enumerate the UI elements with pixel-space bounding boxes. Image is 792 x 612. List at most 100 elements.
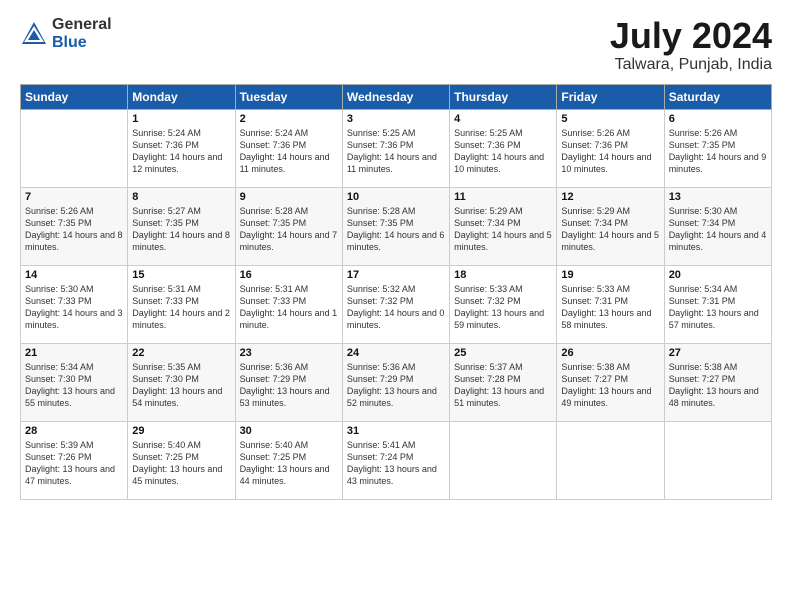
cell-details: Sunrise: 5:32 AMSunset: 7:32 PMDaylight:… — [347, 283, 445, 332]
calendar-cell: 23 Sunrise: 5:36 AMSunset: 7:29 PMDayligh… — [235, 343, 342, 421]
day-number: 9 — [240, 191, 338, 203]
calendar-cell: 3Sunrise: 5:25 AMSunset: 7:36 PMDaylight… — [342, 109, 449, 187]
calendar-title: July 2024 — [610, 16, 772, 56]
week-row-1: 1Sunrise: 5:24 AMSunset: 7:36 PMDaylight… — [21, 109, 772, 187]
day-number: 7 — [25, 191, 123, 203]
calendar-cell: 24 Sunrise: 5:36 AMSunset: 7:29 PMDayligh… — [342, 343, 449, 421]
day-number: 4 — [454, 113, 552, 125]
header-row: SundayMondayTuesdayWednesdayThursdayFrid… — [21, 84, 772, 109]
day-number: 18 — [454, 269, 552, 281]
cell-details: Sunrise: 5:26 AMSunset: 7:35 PMDaylight:… — [25, 205, 123, 254]
calendar-cell: 6Sunrise: 5:26 AMSunset: 7:35 PMDaylight… — [664, 109, 771, 187]
calendar-cell: 4 Sunrise: 5:25 AMSunset: 7:36 PMDaylight… — [450, 109, 557, 187]
cell-details: Sunrise: 5:34 AMSunset: 7:30 PMDaylight:… — [25, 361, 123, 410]
header-thursday: Thursday — [450, 84, 557, 109]
calendar-cell: 8 Sunrise: 5:27 AMSunset: 7:35 PMDaylight… — [128, 187, 235, 265]
header-friday: Friday — [557, 84, 664, 109]
day-number: 24 — [347, 347, 445, 359]
calendar-cell — [557, 421, 664, 499]
day-number: 27 — [669, 347, 767, 359]
calendar-cell: 22 Sunrise: 5:35 AMSunset: 7:30 PMDayligh… — [128, 343, 235, 421]
week-row-5: 28 Sunrise: 5:39 AMSunset: 7:26 PMDayligh… — [21, 421, 772, 499]
cell-details: Sunrise: 5:33 AMSunset: 7:31 PMDaylight:… — [561, 283, 659, 332]
cell-details: Sunrise: 5:31 AMSunset: 7:33 PMDaylight:… — [132, 283, 230, 332]
cell-details: Sunrise: 5:28 AMSunset: 7:35 PMDaylight:… — [347, 205, 445, 254]
calendar-page: General Blue July 2024 Talwara, Punjab, … — [0, 0, 792, 612]
day-number: 2 — [240, 113, 338, 125]
cell-details: Sunrise: 5:37 AMSunset: 7:28 PMDaylight:… — [454, 361, 552, 410]
calendar-cell: 17Sunrise: 5:32 AMSunset: 7:32 PMDayligh… — [342, 265, 449, 343]
week-row-2: 7 Sunrise: 5:26 AMSunset: 7:35 PMDaylight… — [21, 187, 772, 265]
cell-details: Sunrise: 5:40 AMSunset: 7:25 PMDaylight:… — [132, 439, 230, 488]
calendar-cell — [450, 421, 557, 499]
calendar-cell: 27Sunrise: 5:38 AMSunset: 7:27 PMDayligh… — [664, 343, 771, 421]
cell-details: Sunrise: 5:30 AMSunset: 7:34 PMDaylight:… — [669, 205, 767, 254]
cell-details: Sunrise: 5:36 AMSunset: 7:29 PMDaylight:… — [347, 361, 445, 410]
title-block: July 2024 Talwara, Punjab, India — [610, 16, 772, 74]
header-saturday: Saturday — [664, 84, 771, 109]
day-number: 22 — [132, 347, 230, 359]
calendar-cell: 13 Sunrise: 5:30 AMSunset: 7:34 PMDayligh… — [664, 187, 771, 265]
calendar-cell: 21 Sunrise: 5:34 AMSunset: 7:30 PMDayligh… — [21, 343, 128, 421]
calendar-table: SundayMondayTuesdayWednesdayThursdayFrid… — [20, 84, 772, 500]
logo-text: General Blue — [52, 16, 112, 51]
cell-details: Sunrise: 5:26 AMSunset: 7:35 PMDaylight:… — [669, 127, 767, 176]
calendar-cell: 16Sunrise: 5:31 AMSunset: 7:33 PMDayligh… — [235, 265, 342, 343]
day-number: 29 — [132, 425, 230, 437]
calendar-cell: 26Sunrise: 5:38 AMSunset: 7:27 PMDayligh… — [557, 343, 664, 421]
cell-details: Sunrise: 5:25 AMSunset: 7:36 PMDaylight:… — [454, 127, 552, 176]
logo-icon — [20, 20, 48, 48]
day-number: 12 — [561, 191, 659, 203]
day-number: 26 — [561, 347, 659, 359]
calendar-cell: 15 Sunrise: 5:31 AMSunset: 7:33 PMDayligh… — [128, 265, 235, 343]
cell-details: Sunrise: 5:24 AMSunset: 7:36 PMDaylight:… — [132, 127, 230, 176]
week-row-3: 14Sunrise: 5:30 AMSunset: 7:33 PMDayligh… — [21, 265, 772, 343]
logo-general: General — [52, 16, 112, 34]
day-number: 21 — [25, 347, 123, 359]
day-number: 8 — [132, 191, 230, 203]
day-number: 16 — [240, 269, 338, 281]
calendar-cell: 14Sunrise: 5:30 AMSunset: 7:33 PMDayligh… — [21, 265, 128, 343]
day-number: 5 — [561, 113, 659, 125]
calendar-cell: 2Sunrise: 5:24 AMSunset: 7:36 PMDaylight… — [235, 109, 342, 187]
cell-details: Sunrise: 5:29 AMSunset: 7:34 PMDaylight:… — [561, 205, 659, 254]
cell-details: Sunrise: 5:29 AMSunset: 7:34 PMDaylight:… — [454, 205, 552, 254]
day-number: 31 — [347, 425, 445, 437]
cell-details: Sunrise: 5:33 AMSunset: 7:32 PMDaylight:… — [454, 283, 552, 332]
cell-details: Sunrise: 5:39 AMSunset: 7:26 PMDaylight:… — [25, 439, 123, 488]
calendar-cell: 11 Sunrise: 5:29 AMSunset: 7:34 PMDayligh… — [450, 187, 557, 265]
cell-details: Sunrise: 5:27 AMSunset: 7:35 PMDaylight:… — [132, 205, 230, 254]
day-number: 11 — [454, 191, 552, 203]
day-number: 25 — [454, 347, 552, 359]
cell-details: Sunrise: 5:35 AMSunset: 7:30 PMDaylight:… — [132, 361, 230, 410]
calendar-cell: 20Sunrise: 5:34 AMSunset: 7:31 PMDayligh… — [664, 265, 771, 343]
cell-details: Sunrise: 5:41 AMSunset: 7:24 PMDaylight:… — [347, 439, 445, 488]
day-number: 19 — [561, 269, 659, 281]
calendar-cell — [21, 109, 128, 187]
header-sunday: Sunday — [21, 84, 128, 109]
cell-details: Sunrise: 5:30 AMSunset: 7:33 PMDaylight:… — [25, 283, 123, 332]
day-number: 23 — [240, 347, 338, 359]
header-wednesday: Wednesday — [342, 84, 449, 109]
calendar-cell: 25 Sunrise: 5:37 AMSunset: 7:28 PMDayligh… — [450, 343, 557, 421]
calendar-location: Talwara, Punjab, India — [610, 56, 772, 74]
logo-blue: Blue — [52, 34, 112, 52]
day-number: 13 — [669, 191, 767, 203]
cell-details: Sunrise: 5:40 AMSunset: 7:25 PMDaylight:… — [240, 439, 338, 488]
calendar-cell: 30 Sunrise: 5:40 AMSunset: 7:25 PMDayligh… — [235, 421, 342, 499]
cell-details: Sunrise: 5:26 AMSunset: 7:36 PMDaylight:… — [561, 127, 659, 176]
calendar-cell: 1Sunrise: 5:24 AMSunset: 7:36 PMDaylight… — [128, 109, 235, 187]
day-number: 20 — [669, 269, 767, 281]
cell-details: Sunrise: 5:25 AMSunset: 7:36 PMDaylight:… — [347, 127, 445, 176]
calendar-cell: 10Sunrise: 5:28 AMSunset: 7:35 PMDayligh… — [342, 187, 449, 265]
day-number: 15 — [132, 269, 230, 281]
cell-details: Sunrise: 5:36 AMSunset: 7:29 PMDaylight:… — [240, 361, 338, 410]
calendar-cell: 29 Sunrise: 5:40 AMSunset: 7:25 PMDayligh… — [128, 421, 235, 499]
calendar-cell: 9Sunrise: 5:28 AMSunset: 7:35 PMDaylight… — [235, 187, 342, 265]
day-number: 28 — [25, 425, 123, 437]
calendar-cell: 12 Sunrise: 5:29 AMSunset: 7:34 PMDayligh… — [557, 187, 664, 265]
header-monday: Monday — [128, 84, 235, 109]
calendar-cell: 28 Sunrise: 5:39 AMSunset: 7:26 PMDayligh… — [21, 421, 128, 499]
calendar-cell: 5 Sunrise: 5:26 AMSunset: 7:36 PMDaylight… — [557, 109, 664, 187]
day-number: 30 — [240, 425, 338, 437]
